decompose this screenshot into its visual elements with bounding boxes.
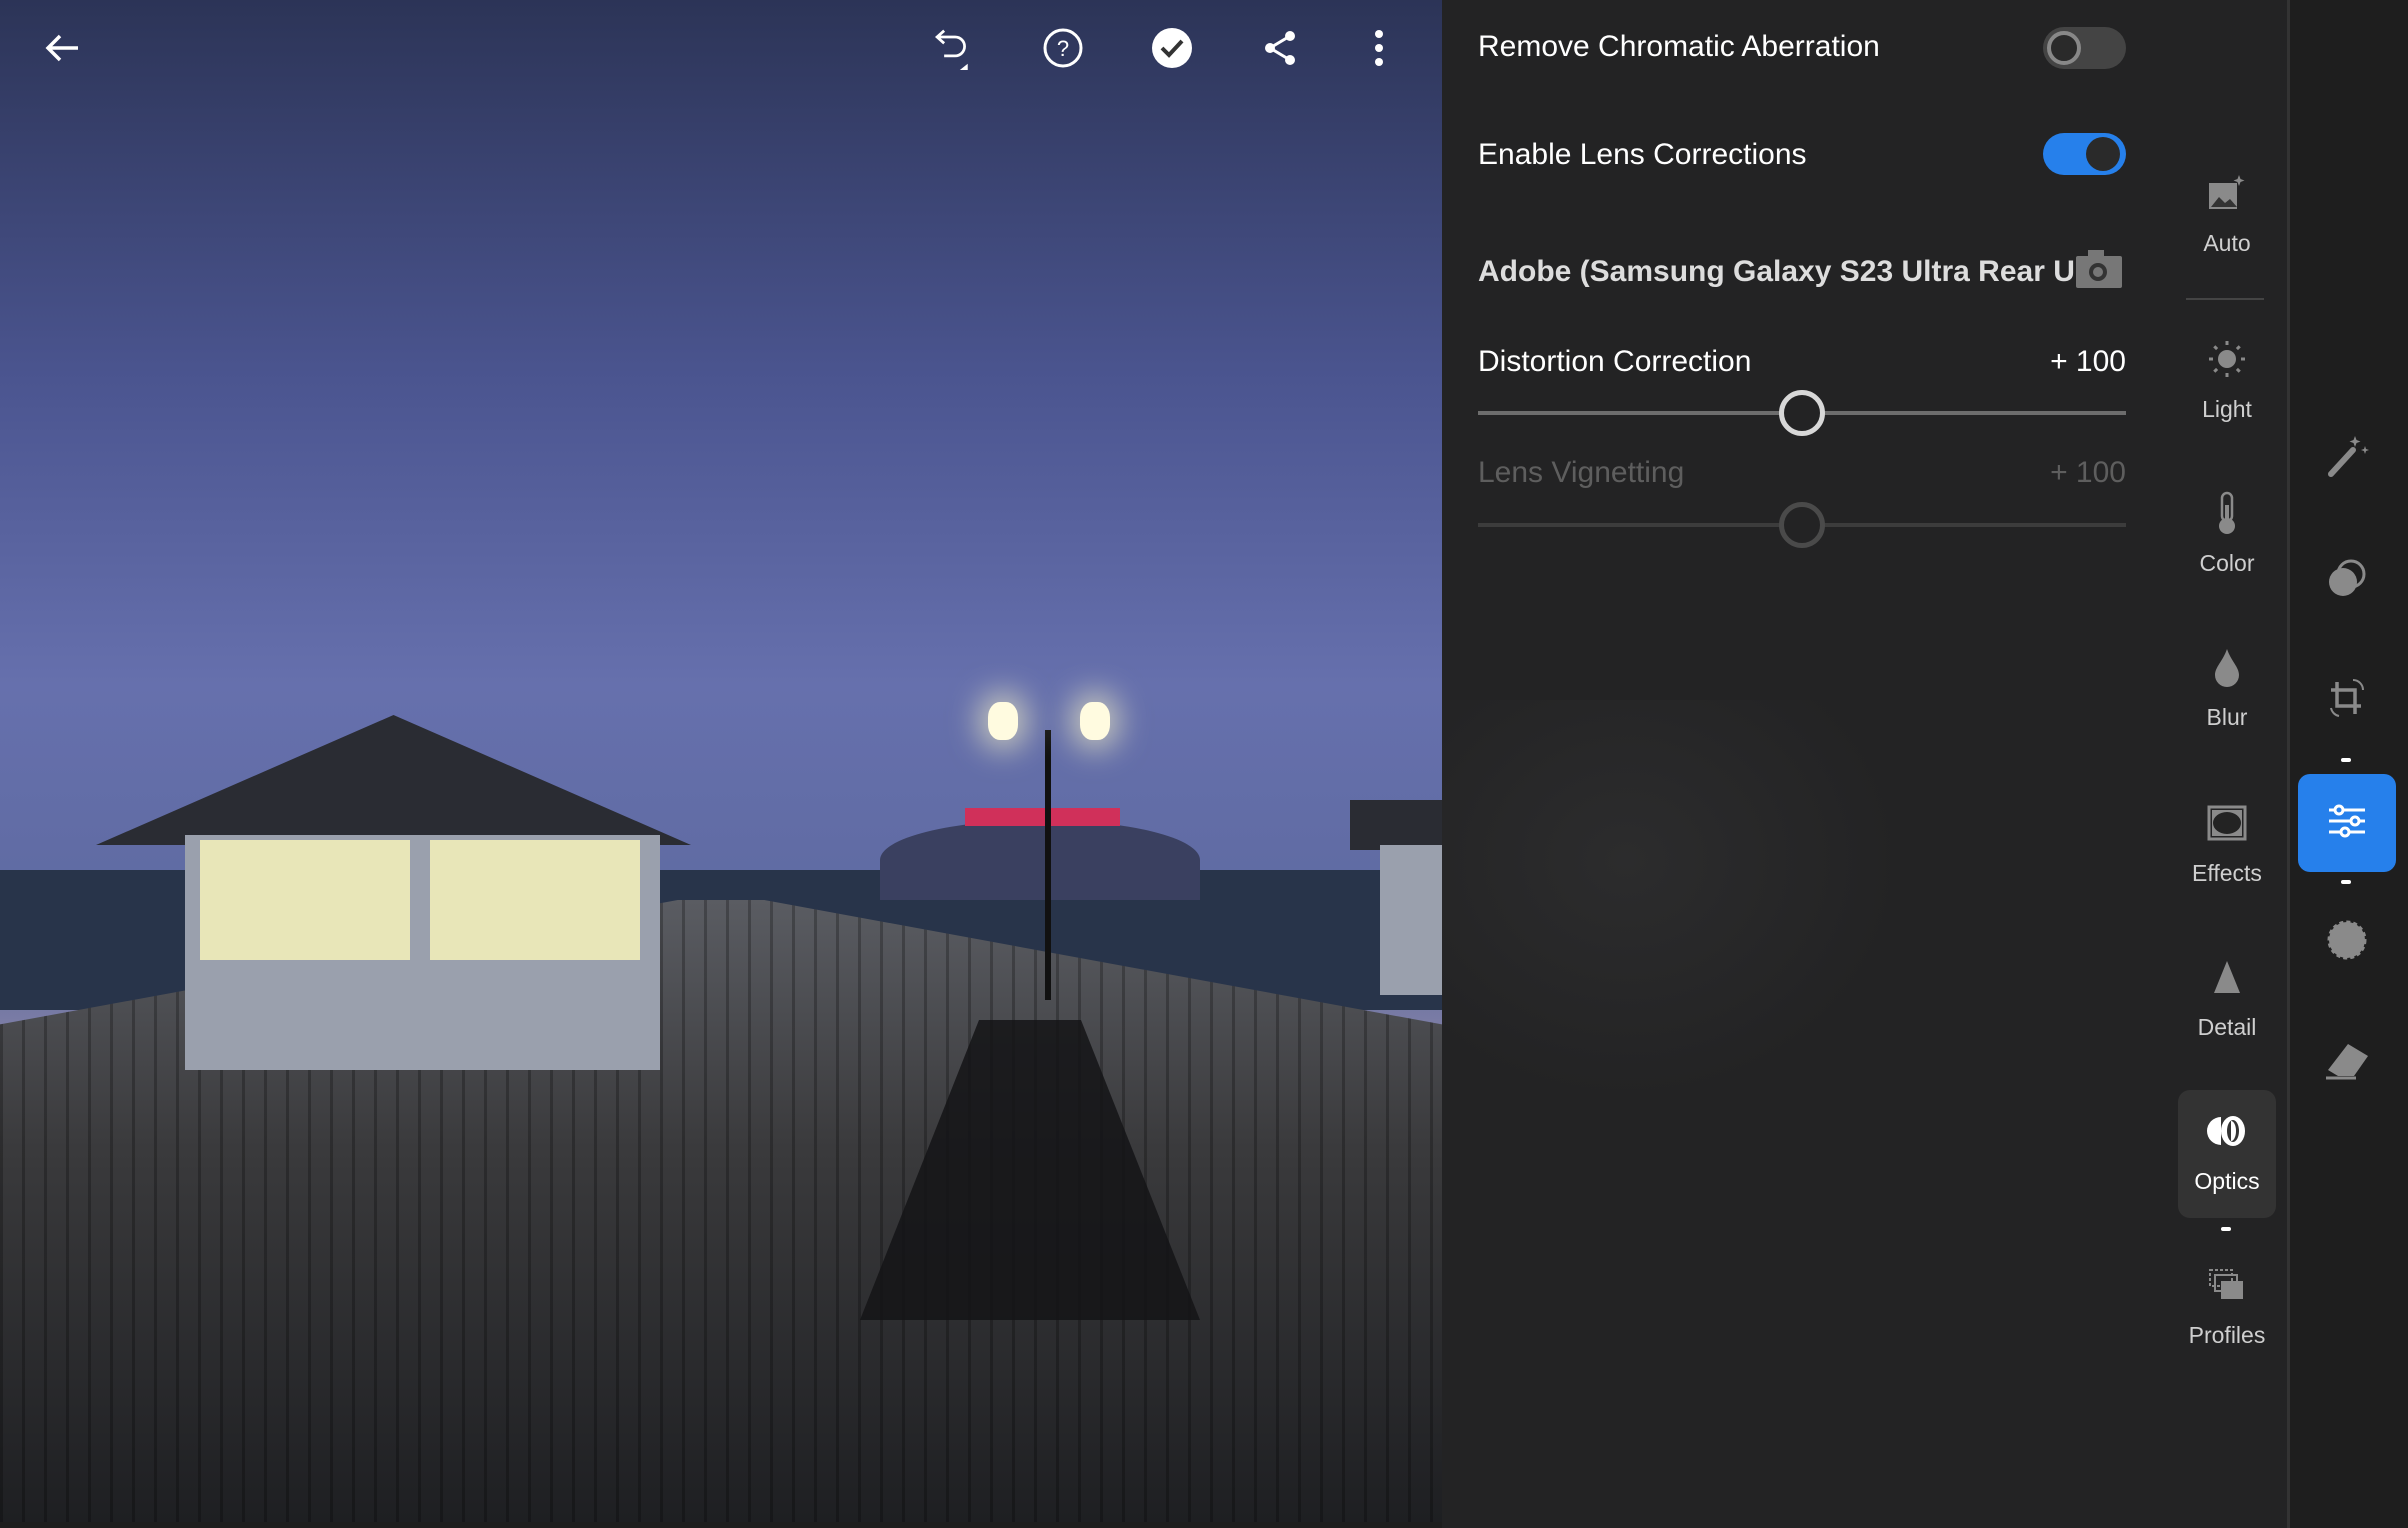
- thermometer-icon: [2178, 490, 2276, 536]
- window: [430, 840, 640, 960]
- panel-background: [1442, 700, 1902, 1100]
- lens-profile-label[interactable]: Adobe (Samsung Galaxy S23 Ultra Rear Ul.…: [1478, 255, 2108, 289]
- indicator-dash: [2341, 880, 2351, 884]
- lamp-post: [1045, 730, 1051, 1000]
- category-light[interactable]: Light: [2178, 336, 2276, 423]
- lamp-globe: [988, 702, 1018, 740]
- eraser-icon: [2324, 1042, 2370, 1087]
- magic-wand-tool-button[interactable]: [2298, 428, 2396, 488]
- remove-ca-label: Remove Chromatic Aberration: [1478, 30, 1880, 63]
- category-effects[interactable]: Effects: [2178, 800, 2276, 887]
- category-label: Effects: [2192, 860, 2262, 886]
- category-divider: [2186, 298, 2264, 300]
- magic-wand-icon: [2325, 434, 2369, 483]
- category-label: Blur: [2206, 704, 2248, 730]
- category-color[interactable]: Color: [2178, 490, 2276, 577]
- edit-sliders-tool-button[interactable]: [2298, 774, 2396, 872]
- auto-image-icon: [2178, 170, 2276, 216]
- remove-ca-toggle[interactable]: [2043, 27, 2126, 69]
- back-arrow-icon[interactable]: [40, 26, 84, 70]
- share-icon[interactable]: [1258, 26, 1302, 70]
- triangle-icon: [2178, 954, 2276, 1000]
- indicator-dash: [2221, 1227, 2231, 1231]
- crop-icon: [2327, 678, 2367, 723]
- masking-icon: [2325, 558, 2369, 603]
- distortion-value: + 100: [2050, 345, 2126, 378]
- vignetting-value: + 100: [2050, 456, 2126, 489]
- vignette-frame-icon: [2178, 800, 2276, 846]
- vignetting-slider-handle[interactable]: [1779, 502, 1825, 548]
- help-icon[interactable]: ?: [1041, 26, 1085, 70]
- right-shelter-roof: [1350, 800, 1442, 850]
- category-label: Profiles: [2188, 1322, 2266, 1348]
- category-label: Light: [2202, 396, 2252, 422]
- healing-icon: [2325, 918, 2369, 967]
- right-shelter: [1380, 845, 1442, 995]
- profiles-icon: [2178, 1262, 2276, 1308]
- category-label: Auto: [2203, 230, 2251, 256]
- distortion-slider-handle[interactable]: [1779, 390, 1825, 436]
- camera-icon[interactable]: [2076, 250, 2122, 293]
- left-shelter-roof: [96, 715, 691, 845]
- droplet-icon: [2178, 644, 2276, 690]
- optics-panel: Remove Chromatic Aberration Enable Lens …: [1442, 0, 2288, 1528]
- category-profiles[interactable]: Profiles: [2178, 1262, 2276, 1349]
- masking-tool-button[interactable]: [2298, 550, 2396, 610]
- lens-corrections-toggle[interactable]: [2043, 133, 2126, 175]
- category-label: Color: [2199, 550, 2255, 576]
- distortion-label: Distortion Correction: [1478, 345, 1752, 378]
- indicator-dash: [2341, 758, 2351, 762]
- category-detail[interactable]: Detail: [2178, 954, 2276, 1041]
- undo-icon[interactable]: [930, 26, 974, 70]
- category-label: Detail: [2197, 1014, 2257, 1040]
- pavilion: [880, 820, 1200, 900]
- lamp-globe: [1080, 702, 1110, 740]
- window: [200, 840, 410, 960]
- edit-sliders-icon: [2327, 804, 2367, 843]
- lens-corrections-label: Enable Lens Corrections: [1478, 138, 1807, 171]
- svg-text:?: ?: [1057, 36, 1069, 61]
- category-label: Optics: [2194, 1168, 2260, 1194]
- sun-icon: [2178, 336, 2276, 382]
- category-optics[interactable]: Optics: [2178, 1090, 2276, 1218]
- healing-tool-button[interactable]: [2298, 912, 2396, 972]
- category-blur[interactable]: Blur: [2178, 644, 2276, 731]
- rail-divider: [2287, 0, 2290, 1528]
- done-check-icon[interactable]: [1150, 26, 1194, 70]
- crop-tool-button[interactable]: [2298, 670, 2396, 730]
- eraser-tool-button[interactable]: [2298, 1034, 2396, 1094]
- vignetting-label: Lens Vignetting: [1478, 456, 1685, 489]
- pavilion-sign: [965, 808, 1120, 826]
- lens-icon: [2178, 1108, 2276, 1154]
- more-vertical-icon[interactable]: [1357, 26, 1401, 70]
- photo-canvas[interactable]: ?: [0, 0, 1442, 1522]
- category-auto[interactable]: Auto: [2178, 170, 2276, 257]
